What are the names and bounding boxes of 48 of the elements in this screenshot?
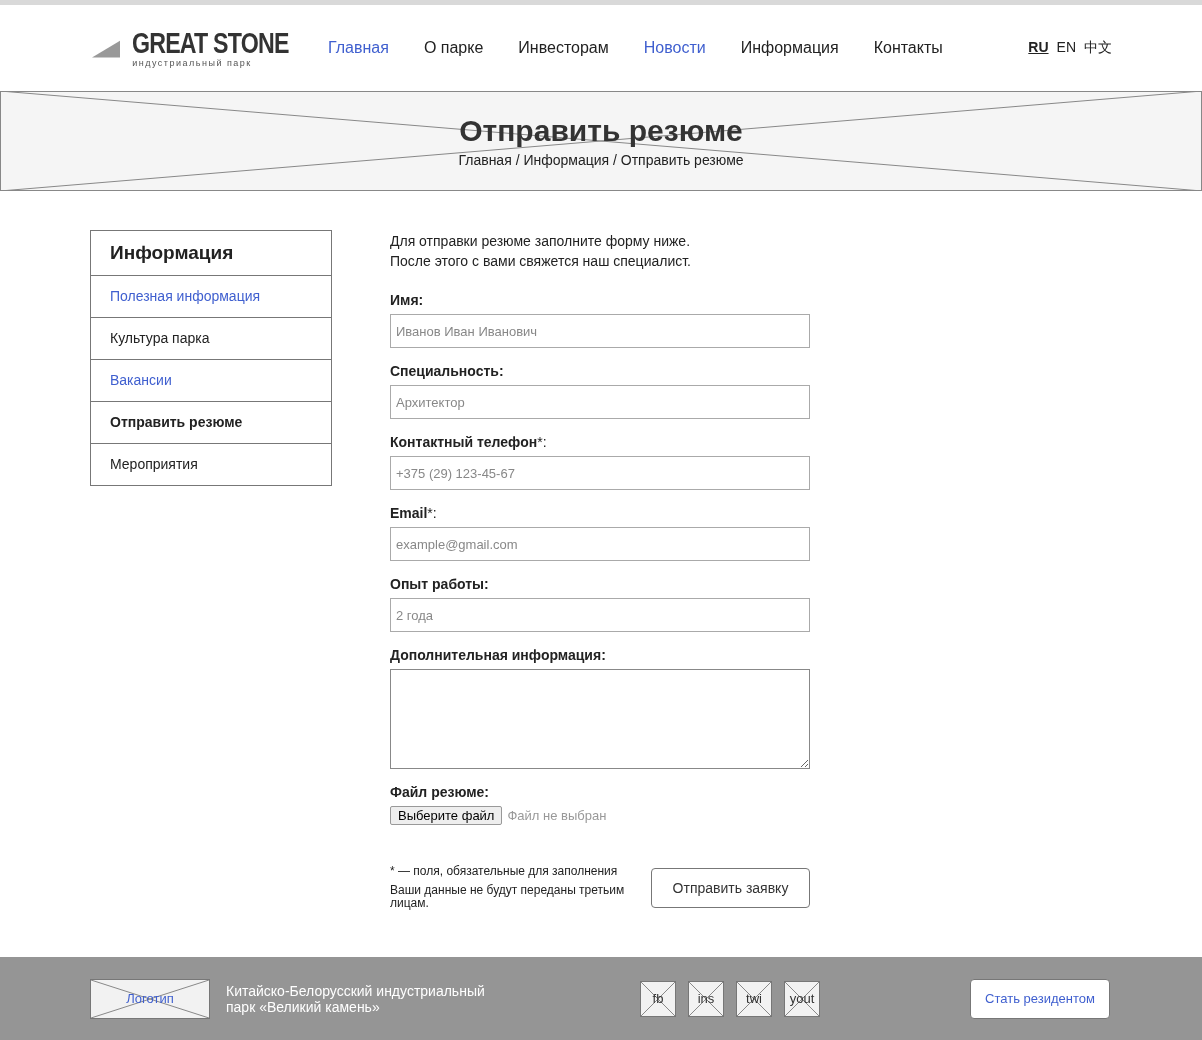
cross-lines-drawing — [689, 981, 723, 1016]
field-label: Специальность: — [390, 363, 505, 379]
input-field[interactable]: 2 года — [390, 598, 810, 632]
input-field[interactable]: example@gmail.com — [390, 527, 810, 561]
social-link[interactable]: yout — [784, 980, 820, 1017]
cross-lines-drawing — [785, 981, 819, 1016]
cross-lines-drawing — [641, 981, 675, 1016]
sidebar-item[interactable]: Полезная информация — [91, 276, 331, 318]
sidebar-title: Информация — [91, 231, 331, 276]
logo[interactable]: GREAT STONE индустриальный парк — [92, 28, 328, 68]
input-field[interactable]: +375 (29) 123-45-67 — [390, 456, 810, 490]
textarea-field[interactable] — [390, 669, 810, 769]
field-label: Имя: — [390, 292, 425, 308]
field-label: Контактный телефон*: — [390, 434, 548, 450]
page-title: Отправить резюме — [459, 114, 743, 148]
nav-link[interactable]: Информация — [740, 39, 839, 57]
social-link[interactable]: fb — [640, 980, 676, 1017]
become-resident-button[interactable]: Стать резидентом — [970, 978, 1110, 1019]
sidebar-item[interactable]: Мероприятия — [91, 444, 331, 485]
input-field[interactable]: Иванов Иван Иванович — [390, 314, 810, 348]
privacy-note: Ваши данные не будут переданы третьим лицам. — [390, 884, 626, 910]
footer-text: Китайско-Белорусский индустриальный парк «Великий камень» — [226, 982, 486, 1015]
sidebar-item[interactable]: Отправить резюме — [91, 402, 331, 444]
field-label: Файл резюме: — [390, 784, 490, 800]
language-link[interactable]: RU — [1028, 39, 1049, 57]
logo-subtitle: индустриальный парк — [132, 58, 253, 68]
sidebar-item[interactable]: Культура парка — [91, 318, 331, 360]
logo-placeholder[interactable]: Логотип — [90, 978, 210, 1019]
input-field[interactable]: Архитектор — [390, 385, 810, 419]
choose-file-button[interactable]: Выберите файл — [390, 806, 503, 825]
intro-text: Для отправки резюме заполните форму ниже. После этого с вами свяжется наш специалист. — [390, 232, 692, 271]
breadcrumbs: Главная / Информация / Отправить резюме — [458, 152, 744, 168]
file-status: Файл не выбран — [507, 808, 607, 823]
field-label: Email*: — [390, 505, 438, 521]
logo-title: GREAT STONE — [132, 28, 289, 58]
required-note: * — поля, обязательные для заполнения — [390, 865, 619, 878]
field-label: Опыт работы: — [390, 576, 490, 592]
language-link[interactable]: EN — [1056, 39, 1076, 57]
field-label: Дополнительная информация: — [390, 647, 607, 663]
sidebar-item[interactable]: Вакансии — [91, 360, 331, 402]
nav-link[interactable]: Инвесторам — [518, 39, 609, 57]
submit-button[interactable]: Отправить заявку — [651, 868, 810, 908]
language-link[interactable]: 中文 — [1084, 39, 1112, 57]
nav-link[interactable]: Контакты — [873, 39, 943, 57]
nav-link[interactable]: Главная — [328, 39, 389, 57]
nav-link[interactable]: Новости — [643, 39, 706, 57]
social-link[interactable]: ins — [688, 980, 724, 1017]
nav-link[interactable]: О парке — [423, 39, 484, 57]
